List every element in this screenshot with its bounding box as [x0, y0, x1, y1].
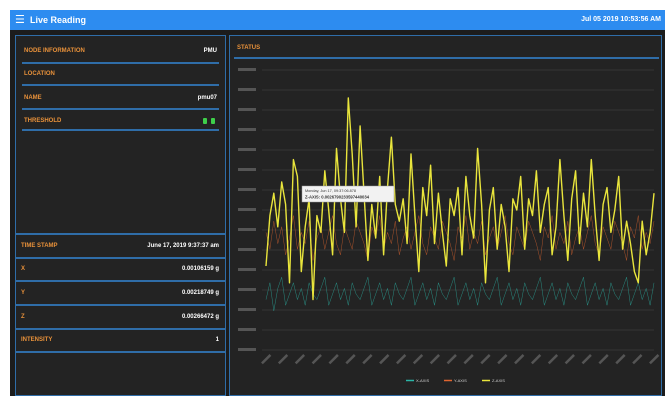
y-tick-label — [238, 268, 256, 271]
x-value: 0.00106159 g — [181, 266, 219, 272]
threshold-label: THRESHOLD — [24, 118, 62, 124]
y-tick-label — [238, 68, 256, 71]
y-tick-label — [238, 108, 256, 111]
threshold-led-icon — [203, 118, 207, 124]
status-title: STATUS — [237, 45, 261, 51]
divider — [22, 108, 219, 110]
y-tick-label — [238, 148, 256, 151]
x-tick-label — [261, 354, 272, 365]
z-value: 0.00266472 g — [181, 314, 219, 320]
divider — [22, 129, 219, 131]
top-bar: ☰ Live Reading Jul 05 2019 10:53:56 AM — [10, 10, 665, 30]
y-tick-label — [238, 208, 256, 211]
node-info-title: NODE INFORMATION — [24, 48, 85, 54]
divider — [16, 304, 225, 306]
y-tick-label — [238, 288, 256, 291]
hamburger-menu-icon[interactable]: ☰ — [15, 14, 25, 26]
threshold-led-icon — [211, 118, 215, 124]
x-tick-label — [328, 354, 339, 365]
y-tick-label — [238, 88, 256, 91]
x-tick-label — [649, 354, 660, 365]
x-tick-label — [345, 354, 356, 365]
tooltip-time: Monday, Jun 17, 09:37:06.878 — [305, 189, 356, 193]
name-label: NAME — [24, 95, 42, 101]
legend-entry: X-AXIS — [416, 378, 429, 383]
dashboard-content: NODE INFORMATION PMU LOCATION NAME pmu07… — [10, 30, 665, 396]
y-tick-label — [238, 348, 256, 351]
tooltip-value: Z-AXIS: 0.0026790233597440034 — [305, 195, 370, 200]
divider — [16, 257, 225, 259]
x-tick-label — [632, 354, 643, 365]
name-value: pmu07 — [197, 95, 217, 101]
intensity-value: 1 — [215, 337, 219, 343]
x-tick-label — [615, 354, 626, 365]
timestamp-value: June 17, 2019 9:37:37 am — [147, 243, 219, 249]
divider — [16, 280, 225, 282]
x-tick-label — [463, 354, 474, 365]
y-tick-label — [238, 228, 256, 231]
x-tick-label — [379, 354, 390, 365]
node-info-panel: NODE INFORMATION PMU LOCATION NAME pmu07… — [15, 35, 226, 234]
location-label: LOCATION — [24, 71, 55, 77]
x-tick-label — [429, 354, 440, 365]
y-tick-label — [238, 328, 256, 331]
y-tick-label — [238, 188, 256, 191]
divider — [234, 57, 659, 59]
divider — [22, 84, 219, 86]
intensity-label: INTENSITY — [21, 337, 53, 343]
divider — [22, 62, 219, 64]
x-label: X — [21, 266, 26, 272]
x-tick-label — [362, 354, 373, 365]
node-id: PMU — [203, 48, 217, 54]
y-tick-label — [238, 308, 256, 311]
y-tick-label — [238, 248, 256, 251]
x-tick-label — [598, 354, 609, 365]
divider — [16, 351, 225, 353]
series-line-x-axis — [265, 276, 655, 312]
x-tick-label — [497, 354, 508, 365]
x-tick-label — [530, 354, 542, 365]
x-tick-label — [564, 354, 575, 365]
divider — [16, 328, 225, 330]
x-tick-label — [396, 354, 407, 365]
status-chart[interactable]: Monday, Jun 17, 09:37:06.878 Z-AXIS: 0.00… — [230, 60, 661, 390]
legend-entry: Y-AXIS — [454, 378, 467, 383]
x-tick-label — [514, 354, 525, 365]
x-tick-label — [311, 354, 322, 365]
x-tick-label — [294, 354, 306, 365]
y-tick-label — [238, 168, 256, 171]
x-tick-label — [547, 354, 559, 365]
app-title: Live Reading — [30, 15, 87, 25]
y-label: Y — [21, 290, 26, 296]
timestamp-label: TIME STAMP — [21, 243, 58, 249]
x-tick-label — [480, 354, 491, 365]
status-panel: STATUS Monday, Jun 17, 09:37:06.878 Z-AXI… — [229, 35, 662, 396]
y-tick-label — [238, 128, 256, 131]
readings-panel: TIME STAMP June 17, 2019 9:37:37 am X 0.… — [15, 234, 226, 396]
z-label: Z — [21, 314, 25, 320]
x-tick-label — [446, 354, 457, 365]
datetime-display: Jul 05 2019 10:53:56 AM — [581, 16, 661, 23]
x-tick-label — [412, 354, 424, 365]
x-tick-label — [277, 354, 289, 365]
y-value: 0.00218749 g — [181, 290, 219, 296]
legend-entry: Z-AXIS — [492, 378, 505, 383]
x-tick-label — [581, 354, 592, 365]
